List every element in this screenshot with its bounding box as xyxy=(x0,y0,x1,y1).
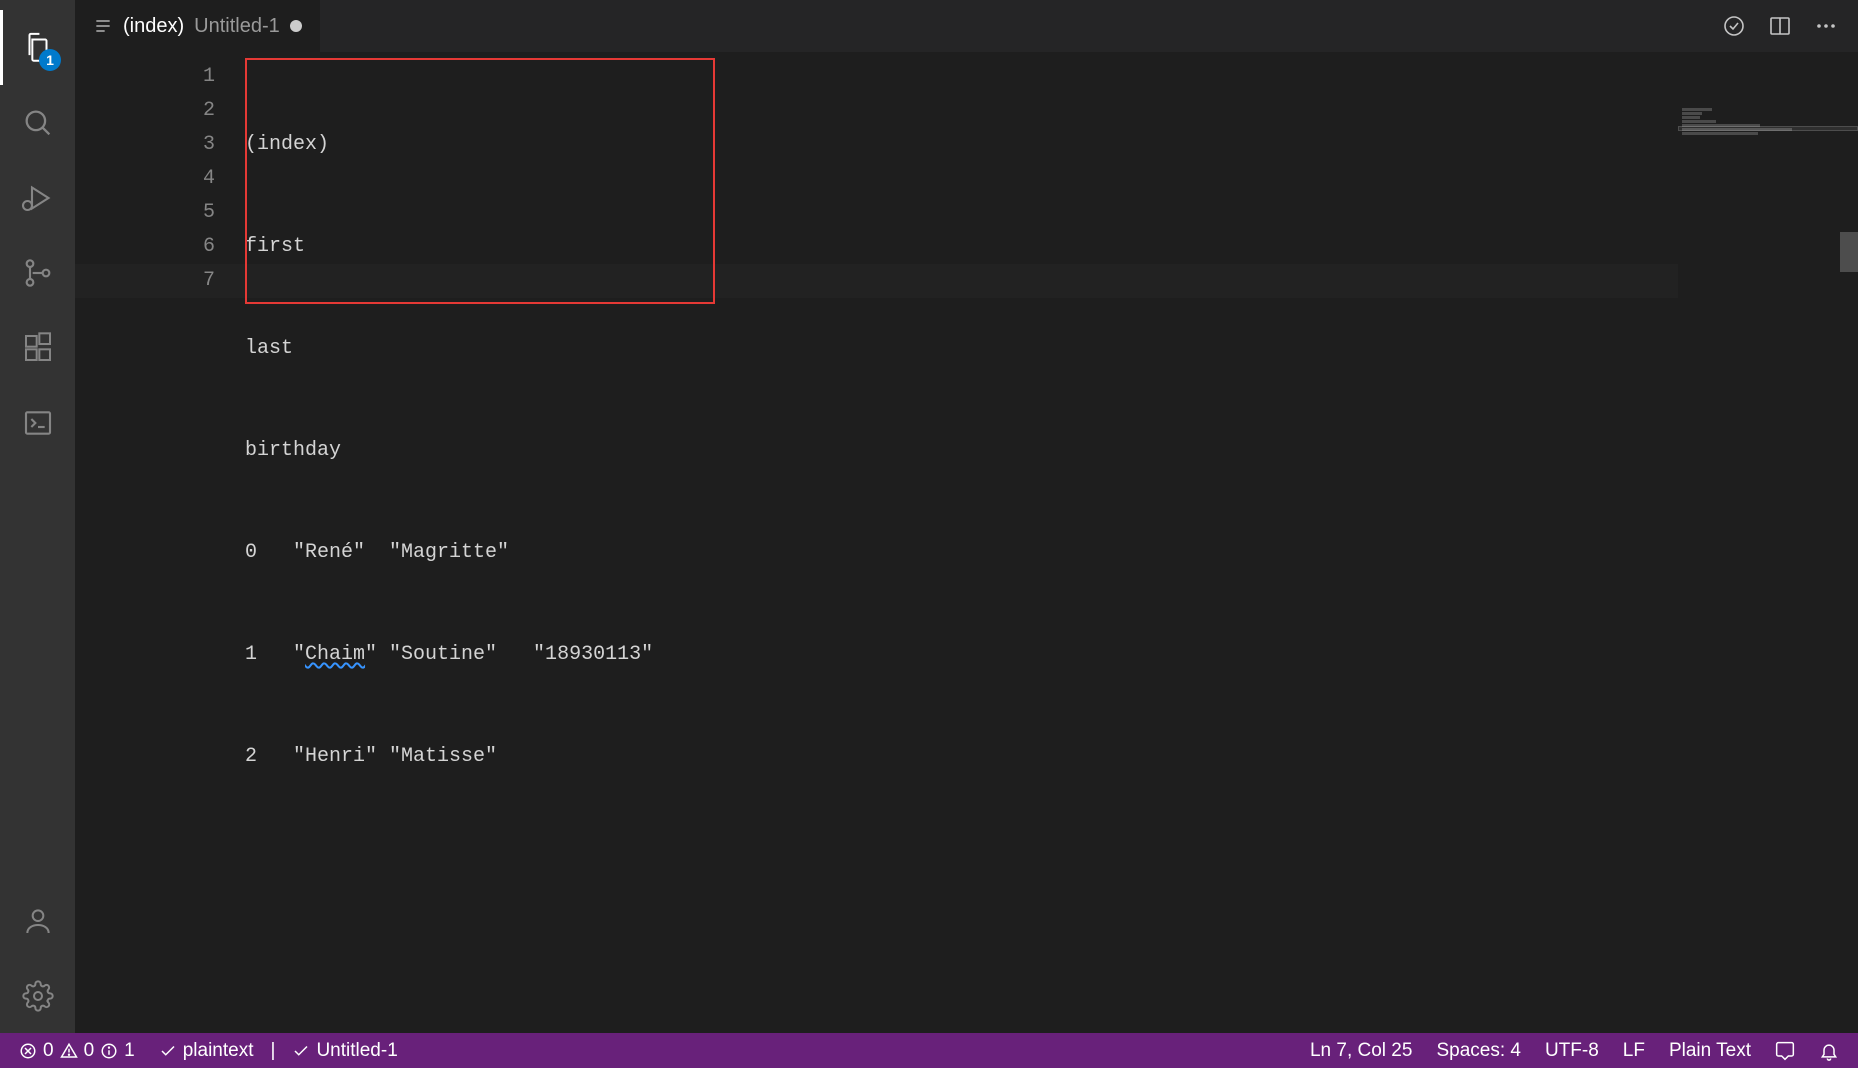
status-cursor-position[interactable]: Ln 7, Col 25 xyxy=(1303,1033,1419,1068)
code-line: 1 "Chaim" "Soutine" "18930113" xyxy=(245,638,1858,672)
editor-body[interactable]: 1 2 3 4 5 6 7 (index) first last birthda… xyxy=(75,52,1858,1033)
code-line: (index) xyxy=(245,128,1858,162)
line-number: 3 xyxy=(75,128,215,162)
warnings-count: 0 xyxy=(84,1040,95,1062)
status-feedback-icon[interactable] xyxy=(1768,1033,1802,1068)
info-count: 1 xyxy=(124,1040,135,1062)
code-line: last xyxy=(245,332,1858,366)
line-number: 6 xyxy=(75,230,215,264)
errors-count: 0 xyxy=(43,1040,54,1062)
settings-gear-icon[interactable] xyxy=(0,958,75,1033)
explorer-icon[interactable]: 1 xyxy=(0,10,75,85)
account-icon[interactable] xyxy=(0,883,75,958)
tab-title-1: (index) xyxy=(123,15,184,38)
split-editor-icon[interactable] xyxy=(1768,14,1792,38)
dirty-indicator-icon xyxy=(290,20,302,32)
code-line: 2 "Henri" "Matisse" xyxy=(245,740,1858,774)
editor-tab[interactable]: (index) Untitled-1 xyxy=(75,0,321,52)
status-language-check[interactable]: plaintext xyxy=(152,1033,261,1068)
code-line: 0 "René" "Magritte" xyxy=(245,536,1858,570)
spell-squiggle: Chaim xyxy=(305,643,365,666)
line-number: 5 xyxy=(75,196,215,230)
status-indent[interactable]: Spaces: 4 xyxy=(1429,1033,1528,1068)
explorer-badge: 1 xyxy=(39,49,61,71)
status-language-label: plaintext xyxy=(183,1040,254,1062)
status-bar: 0 0 1 plaintext | Untitled-1 Ln 7, Col 2… xyxy=(0,1033,1858,1068)
search-icon[interactable] xyxy=(0,85,75,160)
minimap-viewport[interactable] xyxy=(1678,126,1858,131)
status-eol[interactable]: LF xyxy=(1616,1033,1652,1068)
line-number: 4 xyxy=(75,162,215,196)
compare-changes-icon[interactable] xyxy=(1722,14,1746,38)
scrollbar-thumb[interactable] xyxy=(1840,232,1858,272)
status-errors[interactable]: 0 0 1 xyxy=(12,1033,142,1068)
status-file-label: Untitled-1 xyxy=(316,1040,397,1062)
status-file-check[interactable]: Untitled-1 xyxy=(285,1033,404,1068)
code-line: first xyxy=(245,230,1858,264)
more-actions-icon[interactable] xyxy=(1814,14,1838,38)
line-number: 1 xyxy=(75,60,215,94)
code-content[interactable]: (index) first last birthday 0 "René" "Ma… xyxy=(245,52,1858,1033)
code-line: birthday xyxy=(245,434,1858,468)
status-divider: | xyxy=(271,1040,276,1062)
extensions-icon[interactable] xyxy=(0,310,75,385)
line-number: 2 xyxy=(75,94,215,128)
tab-title-2: Untitled-1 xyxy=(194,15,280,38)
minimap[interactable] xyxy=(1678,104,1858,1033)
tab-bar: (index) Untitled-1 xyxy=(75,0,1858,52)
file-icon xyxy=(93,16,113,36)
run-debug-icon[interactable] xyxy=(0,160,75,235)
status-language-mode[interactable]: Plain Text xyxy=(1662,1033,1758,1068)
activity-bar: 1 xyxy=(0,0,75,1033)
status-bell-icon[interactable] xyxy=(1812,1033,1846,1068)
terminal-panel-icon[interactable] xyxy=(0,385,75,460)
status-encoding[interactable]: UTF-8 xyxy=(1538,1033,1606,1068)
source-control-icon[interactable] xyxy=(0,235,75,310)
line-number-gutter: 1 2 3 4 5 6 7 xyxy=(75,52,245,1033)
editor-area: (index) Untitled-1 xyxy=(75,0,1858,1033)
